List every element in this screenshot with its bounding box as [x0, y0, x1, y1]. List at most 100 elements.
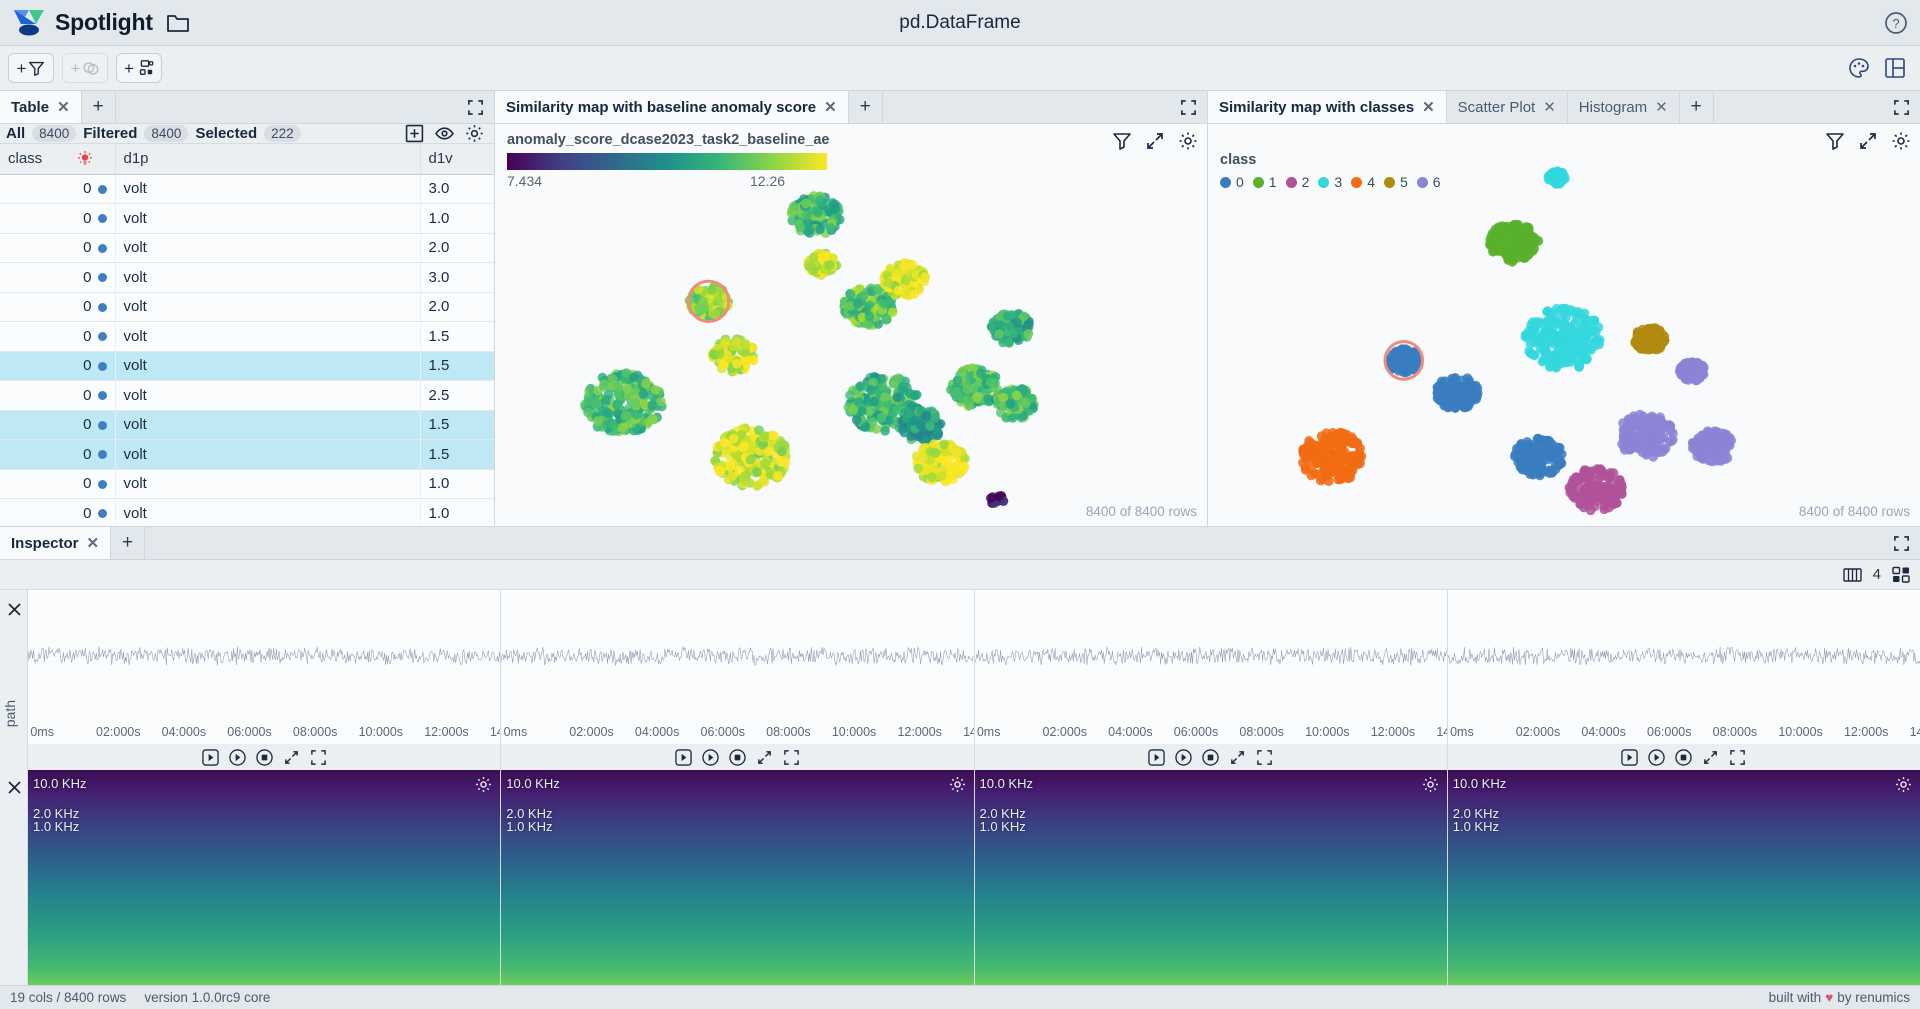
- table-row[interactable]: 0 volt 1.5: [0, 321, 495, 352]
- column-header-class[interactable]: class: [0, 144, 116, 175]
- table-row[interactable]: 0 volt 1.0: [0, 498, 495, 529]
- expand-icon[interactable]: [1882, 527, 1920, 559]
- add-tab-button[interactable]: +: [82, 91, 116, 123]
- fullscreen-icon[interactable]: [283, 749, 300, 766]
- expand-icon[interactable]: [456, 91, 494, 123]
- stop-icon[interactable]: [1202, 748, 1219, 766]
- table-row[interactable]: 0 volt 2.5: [0, 380, 495, 411]
- table-row[interactable]: 0 volt 3.0: [0, 262, 495, 293]
- cell-class: 0: [0, 351, 116, 381]
- table-row[interactable]: 0 volt 2.0: [0, 233, 495, 263]
- close-icon[interactable]: ✕: [824, 100, 837, 115]
- expand-icon[interactable]: [783, 749, 800, 766]
- audio-waveform[interactable]: [28, 590, 501, 723]
- play-icon[interactable]: [702, 748, 719, 766]
- gear-icon[interactable]: [1422, 776, 1439, 793]
- tab-scatter-plot[interactable]: Scatter Plot ✕: [1447, 91, 1568, 123]
- stop-icon[interactable]: [255, 748, 273, 766]
- expand-icon[interactable]: [1729, 749, 1746, 766]
- funnel-icon[interactable]: [1825, 131, 1845, 151]
- tab-similarity-map-classes[interactable]: Similarity map with classes ✕: [1208, 91, 1447, 123]
- expand-icon[interactable]: [1882, 91, 1920, 123]
- play-outline-icon[interactable]: [1621, 748, 1639, 766]
- add-filter-button[interactable]: +: [8, 53, 54, 83]
- expand-icon[interactable]: [1256, 749, 1273, 766]
- add-tab-button[interactable]: +: [849, 91, 883, 123]
- fullscreen-icon[interactable]: [1145, 131, 1165, 151]
- audio-waveform[interactable]: [501, 590, 974, 723]
- anomaly-map-body[interactable]: anomaly_score_dcase2023_task2_baseline_a…: [495, 124, 1207, 526]
- classes-map-body[interactable]: class 0 1 2 3 4 5 6 8400 of 8400 rows: [1208, 124, 1920, 526]
- fullscreen-icon[interactable]: [1858, 131, 1878, 151]
- stop-icon[interactable]: [1675, 748, 1693, 766]
- data-table[interactable]: class d1p d1v 0 volt 3.0 0 volt 1.0 0 vo…: [0, 144, 495, 529]
- table-row[interactable]: 0 volt 1.0: [0, 469, 495, 499]
- audio-spectrogram[interactable]: 10.0 KHz 2.0 KHz 1.0 KHz: [28, 770, 501, 985]
- table-row[interactable]: 0 volt 1.5: [0, 439, 495, 470]
- fullscreen-icon[interactable]: [1229, 749, 1246, 766]
- table-row[interactable]: 0 volt 3.0: [0, 174, 495, 204]
- play-outline-icon[interactable]: [1148, 748, 1165, 766]
- expand-icon[interactable]: [310, 749, 327, 766]
- table-row[interactable]: 0 volt 1.0: [0, 203, 495, 234]
- tab-table[interactable]: Table ✕: [0, 91, 82, 123]
- funnel-icon[interactable]: [1112, 131, 1132, 151]
- class-legend-item-2[interactable]: 2: [1285, 174, 1309, 190]
- play-icon[interactable]: [228, 748, 246, 766]
- play-icon[interactable]: [1648, 748, 1666, 766]
- close-icon[interactable]: [7, 780, 22, 795]
- add-tab-button[interactable]: +: [1680, 91, 1714, 123]
- tab-inspector[interactable]: Inspector ✕: [0, 527, 112, 559]
- close-icon[interactable]: [7, 602, 22, 617]
- fullscreen-icon[interactable]: [1702, 749, 1719, 766]
- class-legend-item-5[interactable]: 5: [1383, 174, 1408, 190]
- fullscreen-icon[interactable]: [756, 749, 773, 766]
- grid-icon[interactable]: [1892, 566, 1910, 583]
- expand-icon[interactable]: [1169, 91, 1207, 123]
- column-header-d1v[interactable]: d1v: [420, 144, 495, 175]
- grid-layout-icon[interactable]: [1884, 57, 1906, 79]
- close-icon[interactable]: ✕: [1655, 100, 1668, 115]
- gear-icon[interactable]: [1891, 131, 1911, 151]
- table-row[interactable]: 0 volt 1.5: [0, 351, 495, 381]
- audio-spectrogram[interactable]: 10.0 KHz 2.0 KHz 1.0 KHz: [1447, 770, 1920, 985]
- close-icon[interactable]: ✕: [1422, 100, 1435, 115]
- gear-icon[interactable]: [465, 124, 484, 143]
- audio-waveform[interactable]: [1447, 590, 1920, 723]
- class-legend-item-1[interactable]: 1: [1252, 174, 1277, 190]
- close-icon[interactable]: ✕: [87, 536, 100, 551]
- gear-icon[interactable]: [1895, 776, 1912, 793]
- close-icon[interactable]: ✕: [1543, 100, 1556, 115]
- add-group-button[interactable]: +: [62, 53, 108, 83]
- gear-icon[interactable]: [475, 776, 492, 793]
- class-legend-item-3[interactable]: 3: [1318, 174, 1342, 190]
- audio-spectrogram[interactable]: 10.0 KHz 2.0 KHz 1.0 KHz: [501, 770, 974, 985]
- add-widget-button[interactable]: +: [116, 53, 162, 83]
- tab-similarity-map-anomaly[interactable]: Similarity map with baseline anomaly sco…: [495, 91, 849, 123]
- class-legend-item-0[interactable]: 0: [1220, 174, 1244, 190]
- column-header-d1p[interactable]: d1p: [115, 144, 421, 175]
- palette-icon[interactable]: [1848, 57, 1870, 79]
- add-tab-button[interactable]: +: [111, 527, 146, 559]
- stop-icon[interactable]: [729, 748, 746, 766]
- add-column-icon[interactable]: [405, 124, 424, 143]
- table-row[interactable]: 0 volt 2.0: [0, 292, 495, 322]
- gear-icon[interactable]: [949, 776, 966, 793]
- folder-open-icon[interactable]: [166, 12, 190, 34]
- audio-spectrogram[interactable]: 10.0 KHz 2.0 KHz 1.0 KHz: [974, 770, 1447, 985]
- tab-histogram[interactable]: Histogram ✕: [1568, 91, 1680, 123]
- columns-icon[interactable]: [1842, 567, 1862, 583]
- play-outline-icon[interactable]: [675, 748, 692, 766]
- audio-waveform[interactable]: [974, 590, 1447, 723]
- play-outline-icon[interactable]: [201, 748, 219, 766]
- help-circle-icon[interactable]: ?: [1884, 11, 1908, 35]
- class-legend-item-6[interactable]: 6: [1416, 174, 1441, 190]
- play-icon[interactable]: [1175, 748, 1192, 766]
- gear-icon[interactable]: [1178, 131, 1198, 151]
- anomaly-scatter-plot[interactable]: [495, 124, 1207, 526]
- lightbulb-icon[interactable]: [77, 150, 93, 167]
- class-legend-item-4[interactable]: 4: [1351, 174, 1375, 190]
- table-row[interactable]: 0 volt 1.5: [0, 410, 495, 440]
- eye-icon[interactable]: [435, 124, 454, 143]
- close-icon[interactable]: ✕: [57, 100, 70, 115]
